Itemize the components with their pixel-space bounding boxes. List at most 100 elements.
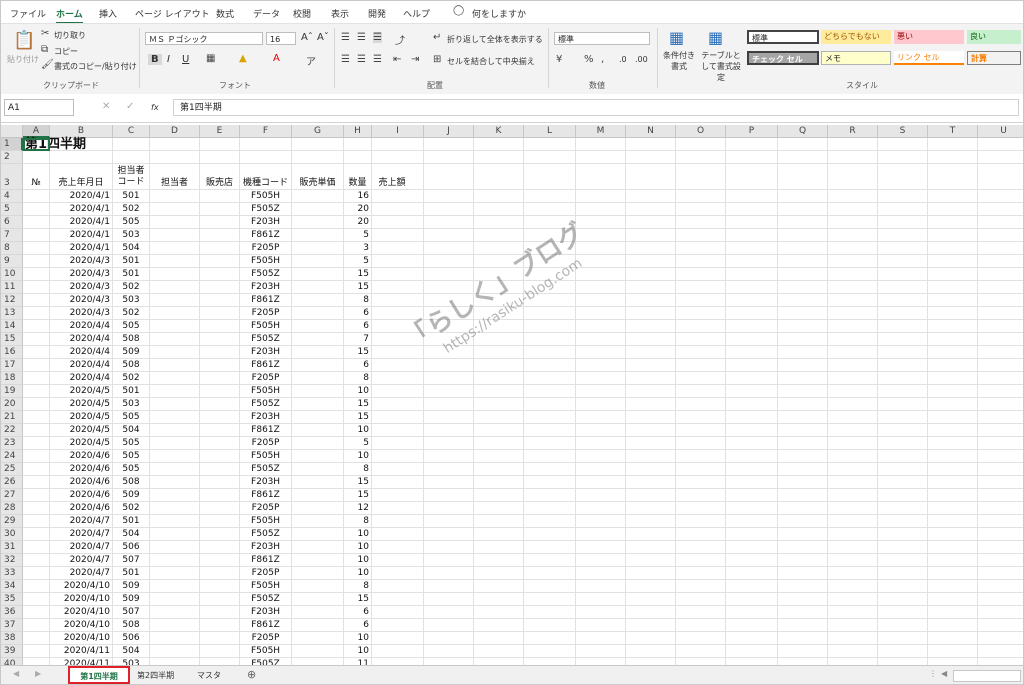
column-header-d[interactable]: D: [150, 125, 200, 138]
tab-insert[interactable]: 挿入: [99, 7, 117, 20]
date-cell[interactable]: 2020/4/4: [52, 359, 110, 372]
quantity-cell[interactable]: 15: [346, 398, 369, 411]
name-box[interactable]: A1: [4, 99, 74, 116]
quantity-cell[interactable]: 10: [346, 567, 369, 580]
add-sheet-icon[interactable]: ⊕: [247, 668, 256, 681]
quantity-cell[interactable]: 6: [346, 320, 369, 333]
quantity-cell[interactable]: 15: [346, 268, 369, 281]
font-color-icon[interactable]: A: [273, 53, 280, 64]
column-header-r[interactable]: R: [828, 125, 878, 138]
date-cell[interactable]: 2020/4/1: [52, 216, 110, 229]
style-bad[interactable]: 悪い: [894, 30, 964, 44]
date-cell[interactable]: 2020/4/7: [52, 567, 110, 580]
quantity-cell[interactable]: 12: [346, 502, 369, 515]
align-center-icon[interactable]: ☰: [357, 54, 366, 65]
row-header[interactable]: 14: [1, 320, 23, 333]
date-cell[interactable]: 2020/4/4: [52, 372, 110, 385]
quantity-cell[interactable]: 5: [346, 437, 369, 450]
date-cell[interactable]: 2020/4/11: [52, 645, 110, 658]
quantity-cell[interactable]: 10: [346, 450, 369, 463]
row-header[interactable]: 24: [1, 450, 23, 463]
model-code-cell[interactable]: F505Z: [242, 593, 289, 606]
date-cell[interactable]: 2020/4/6: [52, 502, 110, 515]
staff-code-cell[interactable]: 501: [115, 567, 147, 580]
quantity-cell[interactable]: 7: [346, 333, 369, 346]
date-cell[interactable]: 2020/4/5: [52, 385, 110, 398]
date-cell[interactable]: 2020/4/1: [52, 190, 110, 203]
model-code-cell[interactable]: F861Z: [242, 489, 289, 502]
date-cell[interactable]: 2020/4/1: [52, 242, 110, 255]
date-cell[interactable]: 2020/4/3: [52, 255, 110, 268]
staff-code-cell[interactable]: 502: [115, 281, 147, 294]
model-code-cell[interactable]: F861Z: [242, 554, 289, 567]
shrink-font-button[interactable]: Aˇ: [317, 32, 329, 43]
increase-decimal-icon[interactable]: .0: [619, 55, 627, 64]
date-cell[interactable]: 2020/4/10: [52, 580, 110, 593]
merge-center-button[interactable]: セルを結合して中央揃え: [447, 56, 535, 67]
row-header[interactable]: 21: [1, 411, 23, 424]
column-header-p[interactable]: P: [726, 125, 778, 138]
row-header[interactable]: 31: [1, 541, 23, 554]
model-code-cell[interactable]: F505H: [242, 320, 289, 333]
staff-code-cell[interactable]: 503: [115, 294, 147, 307]
row-header[interactable]: 40: [1, 658, 23, 665]
staff-code-cell[interactable]: 509: [115, 593, 147, 606]
date-cell[interactable]: 2020/4/10: [52, 619, 110, 632]
row-header[interactable]: 6: [1, 216, 23, 229]
quantity-cell[interactable]: 15: [346, 489, 369, 502]
staff-code-cell[interactable]: 505: [115, 320, 147, 333]
date-cell[interactable]: 2020/4/5: [52, 398, 110, 411]
model-code-cell[interactable]: F861Z: [242, 424, 289, 437]
date-cell[interactable]: 2020/4/7: [52, 528, 110, 541]
staff-code-cell[interactable]: 503: [115, 398, 147, 411]
grow-font-button[interactable]: Aˆ: [301, 32, 313, 43]
model-code-cell[interactable]: F203H: [242, 346, 289, 359]
orientation-icon[interactable]: ⤴: [395, 32, 405, 47]
column-header-u[interactable]: U: [978, 125, 1023, 138]
column-header-k[interactable]: K: [474, 125, 524, 138]
align-bottom-icon[interactable]: ☰: [373, 32, 382, 43]
staff-code-cell[interactable]: 508: [115, 476, 147, 489]
column-heading-date[interactable]: 売上年月日: [52, 164, 110, 190]
quantity-cell[interactable]: 10: [346, 424, 369, 437]
column-header-j[interactable]: J: [424, 125, 474, 138]
quantity-cell[interactable]: 15: [346, 411, 369, 424]
row-header[interactable]: 22: [1, 424, 23, 437]
column-header-t[interactable]: T: [928, 125, 978, 138]
row-header[interactable]: 7: [1, 229, 23, 242]
staff-code-cell[interactable]: 509: [115, 580, 147, 593]
model-code-cell[interactable]: F505Z: [242, 398, 289, 411]
row-header[interactable]: 36: [1, 606, 23, 619]
row-header[interactable]: 13: [1, 307, 23, 320]
staff-code-cell[interactable]: 502: [115, 307, 147, 320]
date-cell[interactable]: 2020/4/3: [52, 307, 110, 320]
tab-formulas[interactable]: 数式: [216, 7, 234, 20]
model-code-cell[interactable]: F505Z: [242, 333, 289, 346]
model-code-cell[interactable]: F205P: [242, 437, 289, 450]
date-cell[interactable]: 2020/4/10: [52, 593, 110, 606]
quantity-cell[interactable]: 10: [346, 645, 369, 658]
row-header[interactable]: 1: [1, 138, 23, 151]
staff-code-cell[interactable]: 507: [115, 554, 147, 567]
model-code-cell[interactable]: F505H: [242, 645, 289, 658]
phonetic-icon[interactable]: ア: [306, 53, 316, 68]
quantity-cell[interactable]: 8: [346, 294, 369, 307]
staff-code-cell[interactable]: 501: [115, 268, 147, 281]
quantity-cell[interactable]: 8: [346, 372, 369, 385]
model-code-cell[interactable]: F861Z: [242, 619, 289, 632]
style-check-cell[interactable]: チェック セル: [747, 51, 819, 65]
quantity-cell[interactable]: 16: [346, 190, 369, 203]
row-header[interactable]: 27: [1, 489, 23, 502]
comma-icon[interactable]: ,: [601, 54, 604, 65]
column-heading-no[interactable]: №: [25, 164, 47, 190]
row-header[interactable]: 19: [1, 385, 23, 398]
model-code-cell[interactable]: F203H: [242, 411, 289, 424]
select-all-corner[interactable]: [1, 125, 23, 138]
sheet-tab-master[interactable]: マスタ: [197, 668, 221, 683]
style-good[interactable]: 良い: [967, 30, 1021, 44]
tab-data[interactable]: データ: [253, 7, 280, 20]
align-middle-icon[interactable]: ☰: [357, 32, 366, 43]
tab-view[interactable]: 表示: [331, 7, 349, 20]
quantity-cell[interactable]: 15: [346, 281, 369, 294]
date-cell[interactable]: 2020/4/6: [52, 489, 110, 502]
